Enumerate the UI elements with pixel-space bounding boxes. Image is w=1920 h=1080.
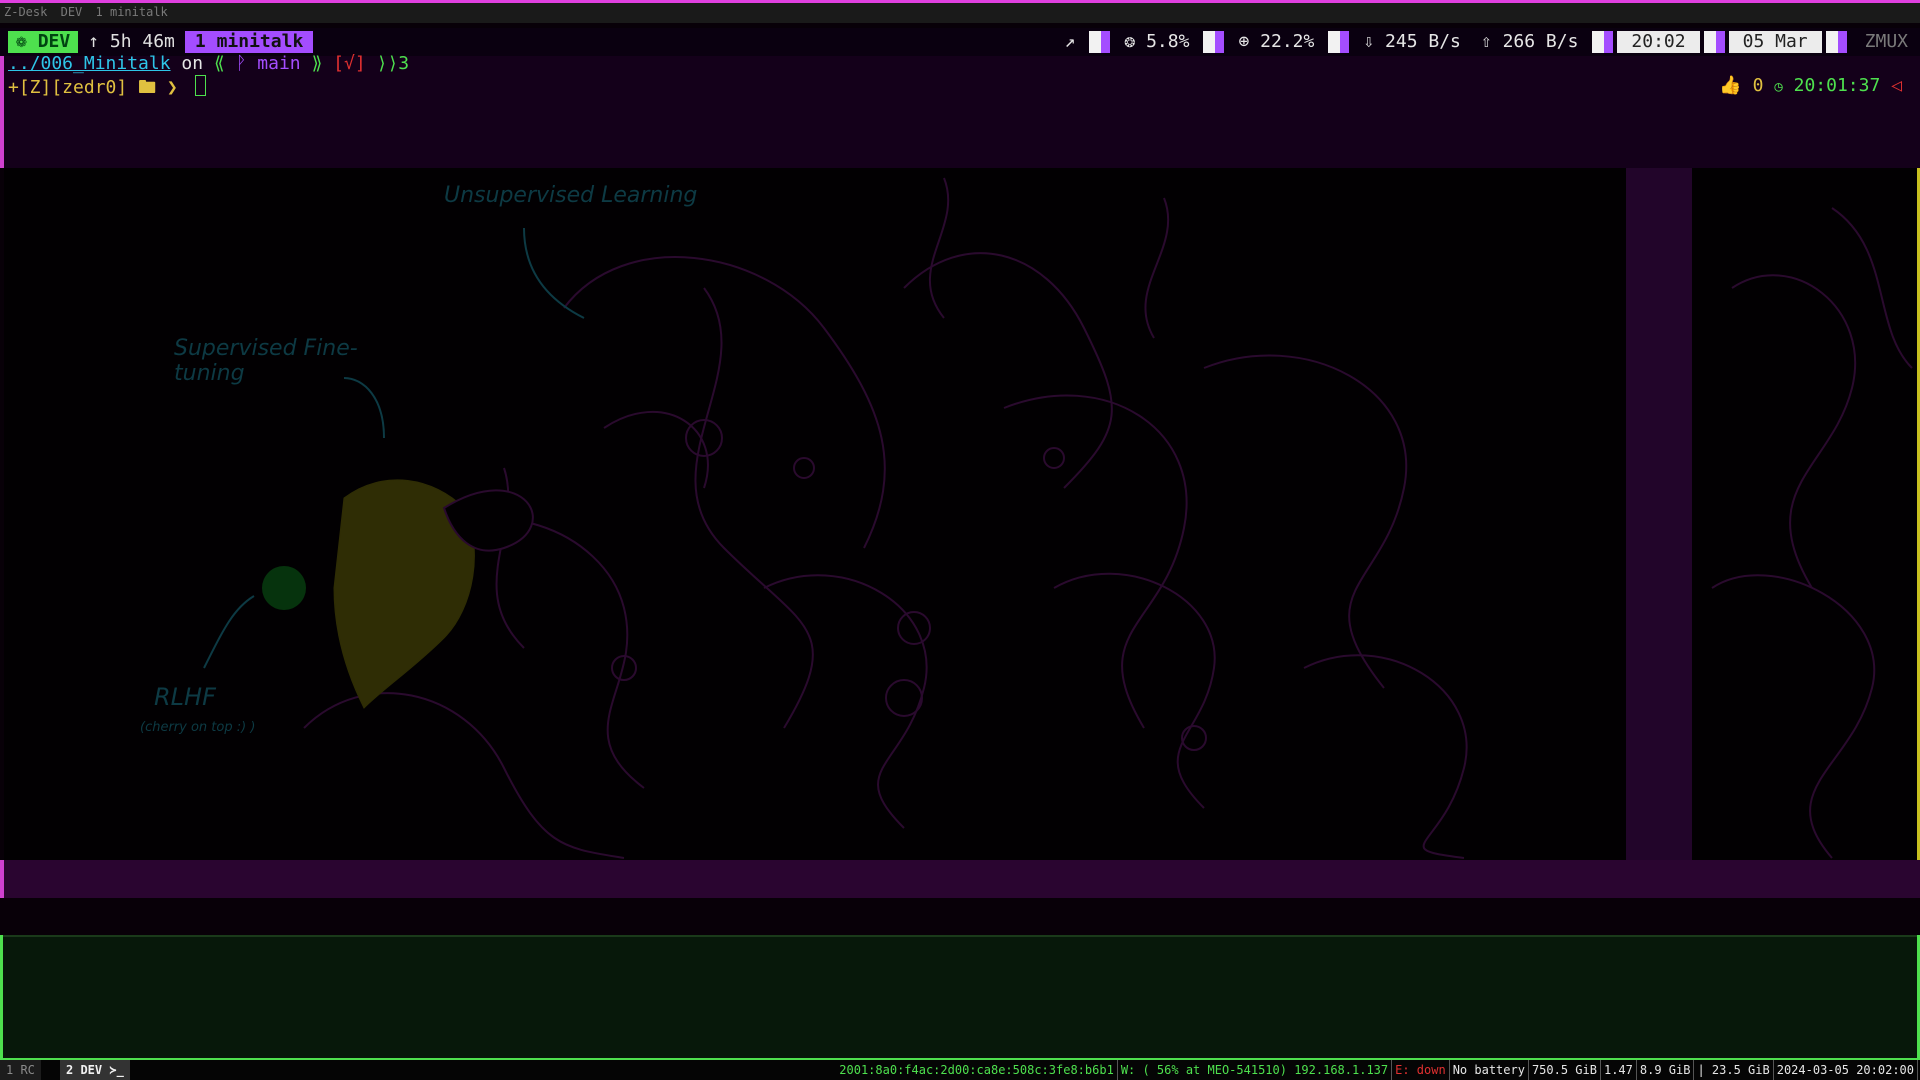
upload-icon: ⇧ (1480, 31, 1503, 52)
pane-divider[interactable] (1626, 168, 1692, 860)
window-tab[interactable]: 1 minitalk (184, 31, 314, 53)
cpu-usage: 5.8% (1146, 31, 1190, 52)
load-average: 1.47 (1601, 1060, 1637, 1080)
app-name: Z-Desk (4, 5, 48, 19)
window-name: 1 minitalk (95, 5, 168, 19)
separator-block (1592, 31, 1614, 53)
branch-open: ⟪ (213, 53, 225, 74)
prompt-path[interactable]: ../006_Minitalk (8, 53, 171, 74)
artwork-drawing (203, 177, 1468, 859)
memory-total: | 23.5 GiB (1694, 1060, 1774, 1080)
label-unsupervised: Unsupervised Learning (444, 183, 698, 208)
ethernet-status: E: down (1392, 1060, 1450, 1080)
download-icon: ⇩ (1363, 31, 1386, 52)
ipv6-address: 2001:8a0:f4ac:2d00:ca8e:508c:3fe8:b6b1 (836, 1060, 1118, 1080)
disk-free: 750.5 GiB (1529, 1060, 1601, 1080)
net-down: 245 B/s (1385, 31, 1461, 52)
jobs-indicator: ⟩⟩3 (376, 53, 410, 74)
prompt-time: 20:01:37 (1793, 75, 1881, 96)
speaker-icon: ◁ (1891, 75, 1902, 96)
pane-separator-band (0, 860, 1920, 898)
prompt-on: on (181, 53, 204, 74)
window-titlebar: Z-Desk DEV 1 minitalk (0, 0, 1920, 23)
shell-prompt-line1: ../006_Minitalk on ⟪ ᚹ main ⟫ [√] ⟩⟩3 (8, 53, 409, 75)
artwork-right-drawing (1711, 207, 1913, 859)
status-time: 20:02 (1617, 31, 1700, 53)
tmux-status-bar: ❁ DEV ↑ 5h 46m 1 minitalk ↗ ❂ 5.8% ⊕ 22.… (0, 28, 1920, 56)
separator-block (1203, 31, 1225, 53)
separator-block (1089, 31, 1111, 53)
pane-border (0, 56, 4, 168)
workspace-name: DEV (60, 5, 83, 19)
system-datetime: 2024-03-05 20:02:00 (1774, 1060, 1918, 1080)
branch-close: ⟫ (311, 53, 323, 74)
folder-icon: 🖿 (138, 77, 157, 98)
shoggoth-artwork: Unsupervised Learning Supervised Fine-tu… (4, 168, 1626, 860)
net-up: 266 B/s (1502, 31, 1579, 52)
git-status: [√] (333, 53, 366, 74)
separator-block (1328, 31, 1350, 53)
git-branch-icon: ᚹ (235, 53, 247, 74)
right-prompt: 👍 0 ◷ 20:01:37 ◁ (1719, 75, 1902, 98)
session-badge[interactable]: ❁ DEV (8, 31, 79, 53)
uptime-text: ↑ 5h 46m (88, 31, 175, 52)
label-supervised: Supervised Fine-tuning (174, 336, 358, 386)
brand-label: ZMUX (1864, 31, 1908, 52)
exit-count: 0 (1752, 75, 1764, 96)
memory-used: 8.9 GiB (1637, 1060, 1695, 1080)
artwork-right-pane (1692, 168, 1920, 860)
session-icon: ❁ (16, 31, 38, 52)
label-rlhf: RLHF (154, 683, 216, 711)
clock-icon: ◷ (1774, 79, 1783, 95)
workspace-button-1[interactable]: 1 RC (0, 1060, 41, 1080)
memory-usage: 22.2% (1260, 31, 1315, 52)
git-branch: main (257, 53, 301, 74)
pane-border (0, 860, 4, 898)
prompt-user: +[Z][zedr0] (8, 77, 128, 98)
system-status-bar: 1 RC 2 DEV ≻_ 2001:8a0:f4ac:2d00:ca8e:50… (0, 1058, 1920, 1080)
wifi-status: W: ( 56% at MEO-541510) 192.168.1.137 (1118, 1060, 1393, 1080)
system-info: 2001:8a0:f4ac:2d00:ca8e:508c:3fe8:b6b1 W… (836, 1060, 1918, 1080)
status-date: 05 Mar (1728, 31, 1822, 53)
shell-prompt-line2[interactable]: +[Z][zedr0] 🖿 ❯ (8, 75, 206, 99)
battery-status: No battery (1450, 1060, 1529, 1080)
cpu-icon: ❂ (1124, 31, 1147, 52)
memory-icon: ⊕ (1238, 31, 1261, 52)
thumbs-up-icon: 👍 (1719, 75, 1742, 96)
terminal-cursor[interactable] (194, 75, 206, 96)
separator-block (1703, 31, 1725, 53)
separator-block (1825, 31, 1847, 53)
lower-terminal-pane[interactable] (0, 935, 1920, 1060)
expand-arrow-icon[interactable]: ↗ (1055, 28, 1086, 56)
workspace-button-2[interactable]: 2 DEV ≻_ (60, 1060, 130, 1080)
prompt-chevron: ❯ (166, 77, 178, 98)
label-rlhf-sub: (cherry on top :) ) (140, 720, 256, 735)
pane-border-active (0, 935, 3, 1058)
